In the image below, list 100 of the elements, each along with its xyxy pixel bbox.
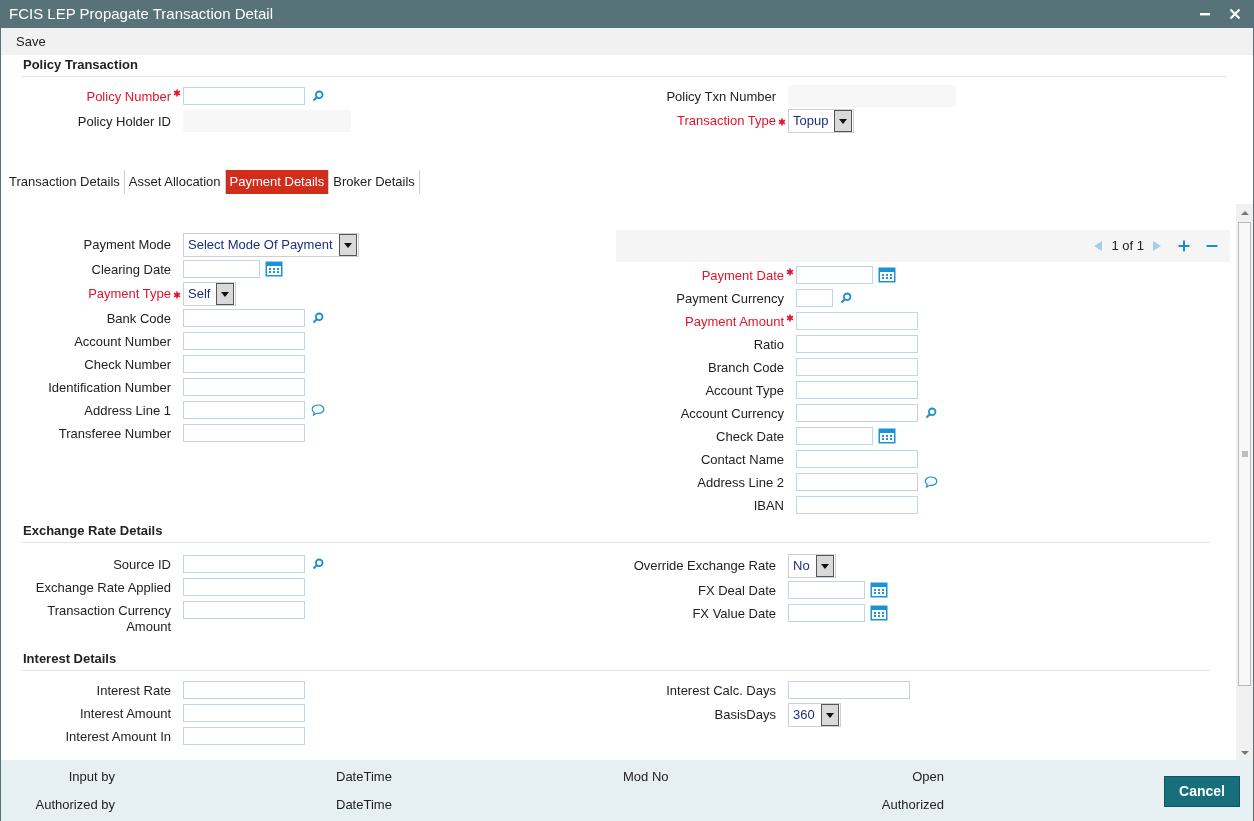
tab[interactable]: Transaction Details [5,170,125,194]
field-label: Exchange Rate Applied [34,579,171,596]
audit-label: DateTime [336,796,393,814]
field-label: Account Currency [679,405,784,422]
input-field[interactable] [796,289,833,307]
audit-label: Input by [67,767,115,786]
cancel-button[interactable]: Cancel [1164,776,1240,807]
field-label: Interest Rate [95,682,171,699]
input-field[interactable] [796,496,918,514]
field-label: Payment Type [87,286,171,302]
required-icon [786,268,794,276]
grip-icon [1241,451,1248,457]
input-field[interactable] [796,358,918,376]
field-label: Override Exchange Rate [632,558,776,574]
required-icon [173,89,181,97]
field-label: Source ID [112,556,171,573]
save-button[interactable]: Save [15,31,47,52]
dropdown-icon [338,234,357,256]
date-field[interactable] [788,604,865,622]
input-field[interactable] [183,681,305,699]
search-icon[interactable] [840,292,852,304]
input-field[interactable] [796,450,918,468]
field-label: Interest Amount In [64,728,171,745]
input-field[interactable] [183,555,305,573]
date-field[interactable] [796,266,873,284]
field-label: Policy Txn Number [665,88,776,105]
field-label: Account Number [73,333,171,350]
field-label: Ratio [752,336,784,353]
field-label: Payment Amount [684,313,784,330]
input-field[interactable] [183,401,305,419]
input-field[interactable] [183,424,305,442]
comment-icon[interactable] [311,404,325,416]
tab[interactable]: Payment Details [225,170,330,194]
date-field[interactable] [796,427,873,445]
search-icon[interactable] [312,90,324,102]
close-icon[interactable] [1229,8,1241,20]
input-field[interactable] [183,601,305,619]
add-icon[interactable] [1178,240,1190,252]
calendar-icon[interactable] [878,267,896,283]
input-field[interactable] [788,681,910,699]
required-icon [778,117,786,126]
field-label: FX Deal Date [696,582,776,599]
audit-label: DateTime [336,767,393,786]
field-label: Transaction Currency Amount [46,602,171,635]
field-label: Address Line 2 [696,474,784,491]
field-label: Interest Amount [78,705,171,722]
input-field[interactable] [183,378,305,396]
scroll-down-icon[interactable] [1240,750,1249,756]
search-icon[interactable] [312,558,324,570]
section-title: Interest Details [22,649,117,668]
date-field[interactable] [788,581,865,599]
input-field[interactable] [183,727,305,745]
tab[interactable]: Asset Allocation [124,170,226,194]
field-label: Clearing Date [90,261,171,278]
audit-label: Authorized by [34,796,115,814]
select-field[interactable]: Select Mode Of Payment [183,233,359,257]
previous-icon[interactable] [1093,240,1104,252]
input-field[interactable] [183,578,305,596]
section-title: Policy Transaction [22,55,138,74]
field-label: Account Type [704,382,784,399]
field-label: Bank Code [105,310,171,327]
tab[interactable]: Broker Details [329,170,420,194]
section-title: Exchange Rate Details [22,521,163,540]
field-label: Payment Currency [675,290,784,307]
input-field[interactable] [183,87,305,105]
input-field[interactable] [183,704,305,722]
input-field[interactable] [796,473,918,491]
comment-icon[interactable] [924,476,938,488]
calendar-icon[interactable] [870,582,888,598]
input-field[interactable] [796,404,918,422]
dropdown-icon [216,283,235,305]
input-field[interactable] [796,335,918,353]
date-field[interactable] [183,260,260,278]
calendar-icon[interactable] [265,261,283,277]
select-field[interactable]: No [788,554,836,578]
calendar-icon[interactable] [870,605,888,621]
input-field[interactable] [183,309,305,327]
scroll-up-icon[interactable] [1240,210,1249,216]
page-count: 1 of 1 [1111,237,1144,256]
calendar-icon[interactable] [878,428,896,444]
audit-label: Authorized [880,796,944,814]
field-label: Contact Name [699,451,784,468]
field-label: Check Number [83,356,171,373]
scroll-thumb[interactable] [1238,222,1251,686]
input-field[interactable] [183,332,305,350]
dropdown-icon [834,110,853,132]
input-field[interactable] [796,312,918,330]
next-icon[interactable] [1152,240,1162,252]
search-icon[interactable] [925,407,937,419]
field-label: Transferee Number [57,425,171,442]
required-icon [173,290,181,299]
search-icon[interactable] [312,312,324,324]
field-label: Branch Code [707,359,784,376]
select-field[interactable]: 360 [788,703,841,727]
input-field[interactable] [183,355,305,373]
field-label: Address Line 1 [83,402,171,419]
scrollbar[interactable] [1236,204,1253,760]
select-field[interactable]: Topup [788,109,855,133]
input-field[interactable] [796,381,918,399]
select-field[interactable]: Self [183,282,237,306]
